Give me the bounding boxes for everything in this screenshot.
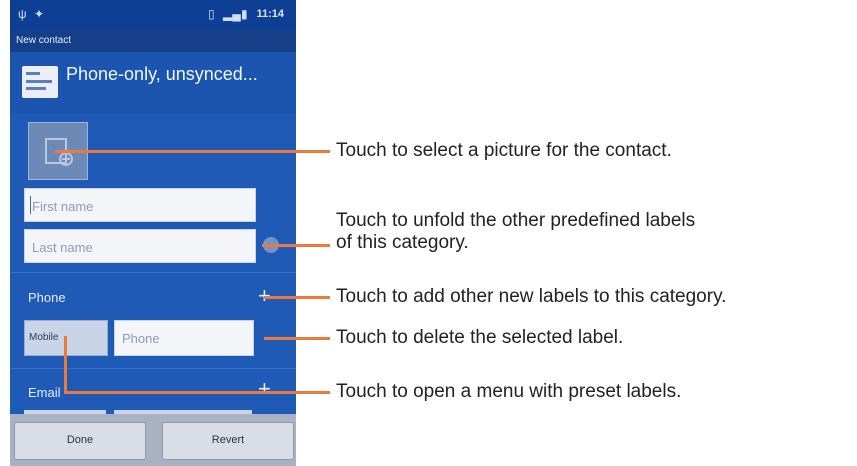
callout-line-add-label [264,296,330,299]
callout-line-picture [55,150,330,153]
signal-icon: ▂▄ [223,7,241,21]
revert-label: Revert [211,434,245,446]
callout-line-delete-label [264,337,330,340]
clock: 11:14 [256,8,284,20]
phone-number-field[interactable]: Phone [114,320,254,356]
add-email-label-button[interactable]: + [258,378,271,400]
usb-icon: ψ [18,7,27,21]
last-name-field[interactable]: Last name [24,229,256,263]
callout-line-menu [64,391,330,394]
account-selector[interactable]: Phone-only, unsynced... [10,52,296,114]
vibrate-icon: ▯ [208,7,215,21]
callout-line-menu-vertical [64,336,67,394]
callout-line-unfold [262,244,330,247]
battery-icon: ▮ [241,7,248,21]
status-bar: ψ ✦ ▯ ▂▄ ▮ 11:14 [10,0,296,30]
done-label: Done [66,434,94,446]
android-debug-icon: ✦ [34,7,45,21]
first-name-placeholder: First name [32,199,94,214]
callout-text-add-label: Touch to add other new labels to this ca… [336,286,727,307]
done-button[interactable]: Done [14,422,146,460]
last-name-placeholder: Last name [32,240,93,255]
callout-text-delete-label: Touch to delete the selected label. [336,327,624,348]
callout-text-picture: Touch to select a picture for the contac… [336,140,672,161]
callout-text-unfold-1: Touch to unfold the other predefined lab… [336,210,696,231]
divider [10,368,296,369]
callout-text-menu: Touch to open a menu with preset labels. [336,381,682,402]
title-bar: New contact [10,30,296,52]
phone-placeholder: Phone [122,331,160,346]
divider [10,272,296,273]
phone-section-label: Phone [28,290,66,305]
plus-icon: + [258,376,271,401]
account-label: Phone-only, unsynced... [66,64,258,84]
mobile-label: Mobile [29,332,59,343]
callout-text-unfold-2: of this category. [336,232,469,253]
revert-button[interactable]: Revert [162,422,294,460]
first-name-field[interactable]: First name [24,188,256,222]
contact-card-icon [22,66,58,98]
email-section-label: Email [28,385,61,400]
bottom-bar: Done Revert [10,414,296,466]
page-title: New contact [16,35,72,46]
phone-screen: ψ ✦ ▯ ▂▄ ▮ 11:14 New contact Phone-only,… [10,0,296,466]
